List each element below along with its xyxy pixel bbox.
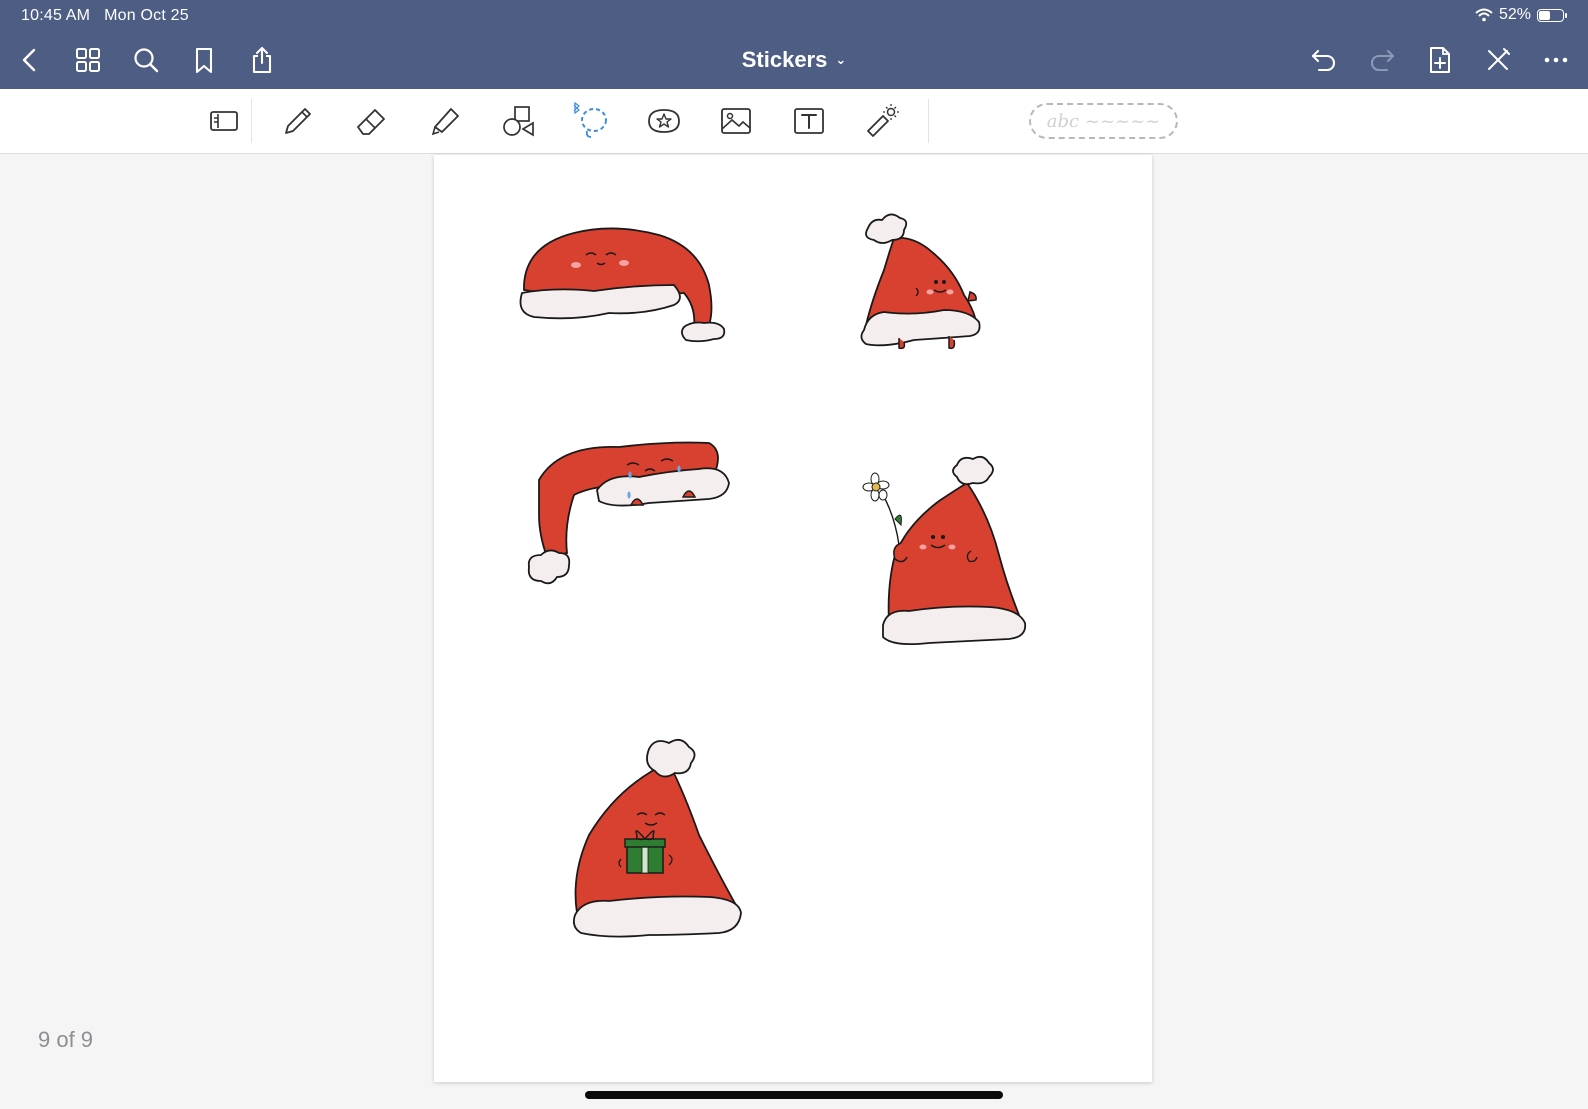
toolbar-divider — [928, 99, 929, 143]
shapes-icon[interactable] — [494, 97, 544, 145]
status-date: Mon Oct 25 — [104, 7, 189, 24]
top-bar: 10:45 AM Mon Oct 25 52% Stickers ⌄ — [0, 0, 1588, 89]
lasso-icon[interactable] — [566, 97, 616, 145]
undo-icon[interactable] — [1308, 44, 1340, 76]
santa-hat-gift-sticker[interactable] — [569, 735, 749, 950]
battery-percent: 52% — [1498, 6, 1531, 23]
redo-icon[interactable] — [1366, 44, 1398, 76]
close-toolbar-icon[interactable] — [1482, 44, 1514, 76]
document-title[interactable]: Stickers ⌄ — [0, 47, 1588, 73]
highlighter-icon[interactable] — [420, 97, 470, 145]
wifi-icon — [1475, 8, 1493, 22]
toolbar-divider — [251, 99, 252, 143]
read-only-mode-icon[interactable] — [198, 97, 248, 145]
tool-toolbar — [0, 89, 1588, 154]
eraser-icon[interactable] — [346, 97, 396, 145]
page-indicator: 9 of 9 — [38, 1027, 94, 1052]
status-time: 10:45 AM Mon Oct 25 — [21, 7, 189, 24]
text-icon[interactable] — [784, 97, 834, 145]
laser-pointer-icon[interactable] — [856, 97, 906, 145]
santa-hat-walking-sticker[interactable] — [844, 210, 994, 360]
battery-icon — [1537, 8, 1567, 22]
tool-inspector-button[interactable]: abc ~~~~~ — [1029, 103, 1178, 139]
chevron-down-icon: ⌄ — [835, 52, 847, 67]
add-page-icon[interactable] — [1424, 44, 1456, 76]
image-icon[interactable] — [711, 97, 761, 145]
status-indicators: 52% — [1475, 6, 1567, 24]
more-options-icon[interactable] — [1540, 44, 1572, 76]
notebook-page[interactable] — [434, 155, 1152, 1082]
santa-hat-sleepy-sticker[interactable] — [514, 215, 744, 345]
santa-hat-flower-sticker[interactable] — [849, 455, 1039, 655]
santa-hat-crying-sticker[interactable] — [519, 435, 739, 595]
sticker-icon[interactable] — [639, 97, 689, 145]
home-indicator[interactable] — [585, 1091, 1003, 1099]
pen-icon[interactable] — [272, 97, 322, 145]
